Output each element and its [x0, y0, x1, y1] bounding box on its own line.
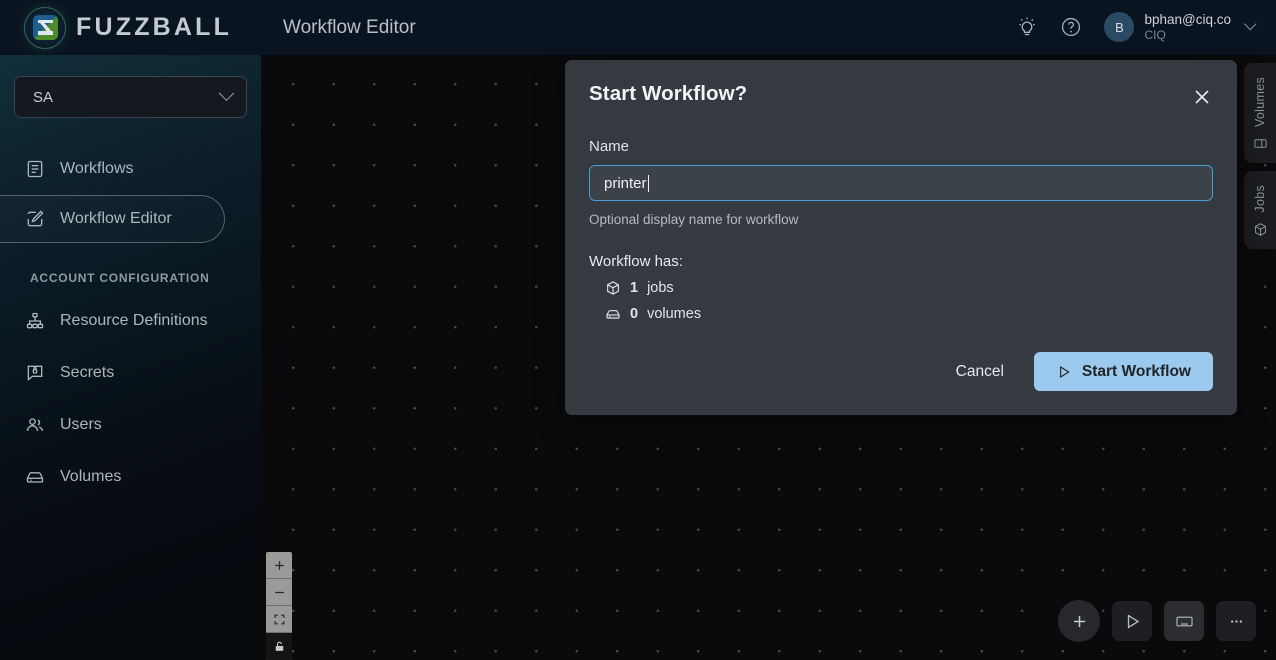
job-cube-icon — [1253, 222, 1268, 237]
keyboard-shortcuts-button[interactable] — [1164, 601, 1204, 641]
sidebar-item-label: Users — [60, 416, 102, 433]
secret-lock-icon — [25, 363, 45, 383]
lightbulb-icon[interactable] — [1016, 16, 1038, 38]
close-icon[interactable] — [1191, 86, 1213, 108]
avatar: B — [1104, 12, 1135, 43]
text-caret — [647, 174, 649, 192]
sidebar-item-label: Workflow Editor — [60, 210, 172, 227]
side-tab-label: Volumes — [1253, 77, 1267, 128]
start-workflow-dialog: Start Workflow? Name printer Optional di… — [565, 60, 1237, 415]
drive-icon — [25, 467, 45, 487]
list-document-icon — [25, 159, 45, 179]
sidebar-item-label: Volumes — [60, 468, 122, 485]
sidebar-item-volumes[interactable]: Volumes — [0, 451, 261, 503]
volume-icon — [1253, 136, 1268, 151]
sidebar-item-label: Resource Definitions — [60, 312, 208, 329]
canvas-toolbar — [1058, 600, 1256, 642]
brand-logo[interactable]: FUZZBALL — [0, 0, 261, 55]
side-tab-jobs[interactable]: Jobs — [1244, 171, 1276, 249]
stat-count: 0 — [630, 306, 639, 322]
name-field-label: Name — [589, 138, 630, 155]
more-options-button[interactable] — [1216, 601, 1256, 641]
stat-count: 1 — [630, 280, 639, 296]
top-bar: Workflow Editor B bphan@ciq.co CIQ — [261, 0, 1276, 55]
sidebar-nav: Workflows Workflow Editor ACCOUNT CONFIG… — [0, 143, 261, 503]
hierarchy-icon — [25, 311, 45, 331]
name-field-help: Optional display name for workflow — [589, 212, 799, 227]
name-input[interactable]: printer — [589, 165, 1213, 201]
sidebar-item-workflow-editor[interactable]: Workflow Editor — [0, 195, 225, 243]
chevron-down-icon — [218, 84, 235, 101]
fuzzball-logo-icon — [24, 6, 66, 49]
user-org: CIQ — [1144, 28, 1166, 43]
page-title: Workflow Editor — [283, 16, 416, 38]
stat-label: volumes — [647, 306, 702, 322]
drive-icon — [605, 306, 621, 322]
sidebar: FUZZBALL SA Workflows Workflow Editor AC… — [0, 0, 261, 660]
name-input-value: printer — [604, 174, 647, 192]
brand-name: FUZZBALL — [76, 13, 233, 41]
side-tab-label: Jobs — [1253, 185, 1267, 213]
question-circle-icon[interactable] — [1060, 16, 1082, 38]
cancel-button[interactable]: Cancel — [956, 363, 1004, 381]
account-select[interactable]: SA — [14, 76, 247, 118]
fit-view-button[interactable] — [266, 606, 292, 633]
chevron-down-icon — [1243, 17, 1257, 31]
job-cube-icon — [605, 280, 621, 296]
side-tab-volumes[interactable]: Volumes — [1244, 63, 1276, 164]
user-email: bphan@ciq.co — [1144, 12, 1231, 28]
dialog-title: Start Workflow? — [589, 82, 748, 105]
stat-jobs: 1 jobs — [589, 280, 1213, 296]
canvas-zoom-controls — [266, 552, 292, 660]
canvas-side-tabs: Volumes Jobs — [1244, 63, 1276, 249]
users-icon — [25, 415, 45, 435]
start-workflow-label: Start Workflow — [1081, 362, 1191, 380]
sidebar-item-secrets[interactable]: Secrets — [0, 347, 261, 399]
stat-label: jobs — [647, 280, 674, 296]
sidebar-item-resource-definitions[interactable]: Resource Definitions — [0, 295, 261, 347]
zoom-in-button[interactable] — [266, 552, 292, 579]
lock-canvas-button[interactable] — [266, 633, 292, 660]
sidebar-item-label: Workflows — [60, 160, 134, 177]
start-workflow-button[interactable]: Start Workflow — [1033, 352, 1213, 391]
sidebar-item-label: Secrets — [60, 364, 115, 381]
stat-volumes: 0 volumes — [589, 306, 1213, 322]
app-root: FUZZBALL SA Workflows Workflow Editor AC… — [0, 0, 1276, 660]
run-button[interactable] — [1112, 601, 1152, 641]
pencil-square-icon — [25, 209, 45, 229]
zoom-out-button[interactable] — [266, 579, 292, 606]
sidebar-section-title: ACCOUNT CONFIGURATION — [30, 271, 210, 285]
main-area: Workflow Editor B bphan@ciq.co CIQ Volum… — [261, 0, 1276, 660]
account-select-value: SA — [33, 88, 54, 106]
sidebar-item-users[interactable]: Users — [0, 399, 261, 451]
workflow-summary-label: Workflow has: — [589, 253, 683, 270]
add-node-button[interactable] — [1058, 600, 1100, 642]
user-menu[interactable]: B bphan@ciq.co CIQ — [1104, 12, 1257, 43]
sidebar-item-workflows[interactable]: Workflows — [0, 143, 261, 195]
play-icon — [1060, 365, 1070, 378]
